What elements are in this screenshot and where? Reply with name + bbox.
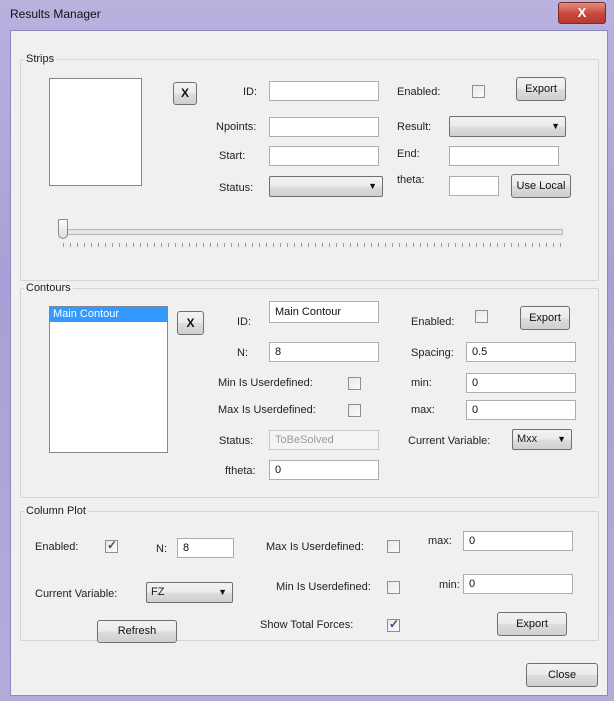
chevron-down-icon: ▼ (557, 434, 566, 444)
contours-id-label: ID: (237, 316, 252, 328)
use-local-button[interactable]: Use Local (511, 174, 571, 198)
strips-slider-ticks (63, 243, 561, 247)
column-plot-enabled-label: Enabled: (35, 541, 79, 553)
show-total-forces-label: Show Total Forces: (260, 619, 354, 631)
strips-id-input[interactable] (269, 81, 379, 101)
column-plot-current-variable-value: FZ (151, 586, 165, 598)
column-plot-max-userdefined-checkbox[interactable] (387, 540, 400, 553)
column-plot-current-variable-dropdown[interactable]: FZ ▼ (146, 582, 233, 603)
contours-max-userdefined-checkbox[interactable] (348, 404, 361, 417)
window-client-area: Strips X ID: Enabled: Export Npoints: Re… (10, 30, 608, 696)
contours-spacing-input[interactable]: 0.5 (466, 342, 576, 362)
contours-listbox[interactable]: Main Contour (49, 306, 168, 453)
chevron-down-icon: ▼ (218, 587, 227, 597)
column-plot-min-userdefined-label: Min Is Userdefined: (276, 581, 371, 593)
close-button[interactable]: Close (526, 663, 598, 687)
contours-legend: Contours (24, 282, 73, 294)
strips-end-input[interactable] (449, 146, 559, 166)
contours-min-label: min: (411, 377, 432, 389)
column-plot-max-label: max: (428, 535, 452, 547)
strips-slider-thumb[interactable] (58, 219, 68, 239)
contours-n-input[interactable]: 8 (269, 342, 379, 362)
contours-spacing-label: Spacing: (411, 347, 454, 359)
contours-min-input[interactable]: 0 (466, 373, 576, 393)
strips-id-label: ID: (243, 86, 258, 98)
strips-enabled-checkbox[interactable] (472, 85, 485, 98)
strips-slider-track[interactable] (61, 229, 563, 235)
strips-npoints-label: Npoints: (216, 121, 257, 133)
contours-max-label: max: (411, 404, 435, 416)
chevron-down-icon: ▼ (551, 121, 560, 131)
strips-remove-button[interactable]: X (173, 82, 197, 105)
contours-export-button[interactable]: Export (520, 306, 570, 330)
strips-end-label: End: (397, 148, 420, 160)
column-plot-n-label: N: (156, 543, 167, 555)
refresh-button[interactable]: Refresh (97, 620, 177, 643)
strips-enabled-label: Enabled: (397, 86, 441, 98)
strips-legend: Strips (24, 53, 57, 65)
contours-min-userdefined-label: Min Is Userdefined: (218, 377, 313, 389)
chevron-down-icon: ▼ (368, 181, 377, 191)
contours-status-field: ToBeSolved (269, 430, 379, 450)
contours-n-label: N: (237, 347, 248, 359)
contours-current-variable-value: Mxx (517, 433, 538, 445)
strips-result-dropdown[interactable]: ▼ (449, 116, 566, 137)
strips-status-dropdown[interactable]: ▼ (269, 176, 383, 197)
column-plot-min-input[interactable]: 0 (463, 574, 573, 594)
strips-start-label: Start: (219, 150, 246, 162)
contours-ftheta-input[interactable]: 0 (269, 460, 379, 480)
column-plot-min-userdefined-checkbox[interactable] (387, 581, 400, 594)
strips-listbox[interactable] (49, 78, 142, 186)
window-close-button[interactable]: X (558, 2, 606, 24)
contours-current-variable-dropdown[interactable]: Mxx ▼ (512, 429, 572, 450)
column-plot-current-variable-label: Current Variable: (35, 588, 118, 600)
contours-status-label: Status: (219, 435, 254, 447)
contours-max-input[interactable]: 0 (466, 400, 576, 420)
strips-theta-label: theta: (397, 174, 425, 186)
contours-min-userdefined-checkbox[interactable] (348, 377, 361, 390)
strips-theta-input[interactable] (449, 176, 499, 196)
strips-export-button[interactable]: Export (516, 77, 566, 101)
column-plot-enabled-checkbox[interactable] (105, 538, 118, 553)
strips-start-input[interactable] (269, 146, 379, 166)
column-plot-legend: Column Plot (24, 505, 88, 517)
column-plot-export-button[interactable]: Export (497, 612, 567, 636)
column-plot-min-label: min: (439, 579, 460, 591)
contours-current-variable-label: Current Variable: (408, 435, 491, 447)
contours-enabled-checkbox[interactable] (475, 310, 488, 323)
strips-status-label: Status: (219, 182, 254, 194)
contours-max-userdefined-label: Max Is Userdefined: (218, 404, 316, 416)
column-plot-n-input[interactable]: 8 (177, 538, 234, 558)
contours-list-item[interactable]: Main Contour (50, 307, 167, 322)
strips-npoints-input[interactable] (269, 117, 379, 137)
contours-remove-button[interactable]: X (177, 311, 204, 335)
column-plot-max-userdefined-label: Max Is Userdefined: (266, 541, 364, 553)
show-total-forces-checkbox[interactable] (387, 617, 400, 632)
strips-result-label: Result: (397, 121, 432, 133)
contours-id-input[interactable]: Main Contour (269, 301, 379, 323)
column-plot-max-input[interactable]: 0 (463, 531, 573, 551)
title-bar[interactable]: Results Manager X (0, 0, 614, 30)
window-title: Results Manager (10, 7, 101, 21)
contours-enabled-label: Enabled: (411, 316, 455, 328)
contours-ftheta-label: ftheta: (225, 465, 256, 477)
